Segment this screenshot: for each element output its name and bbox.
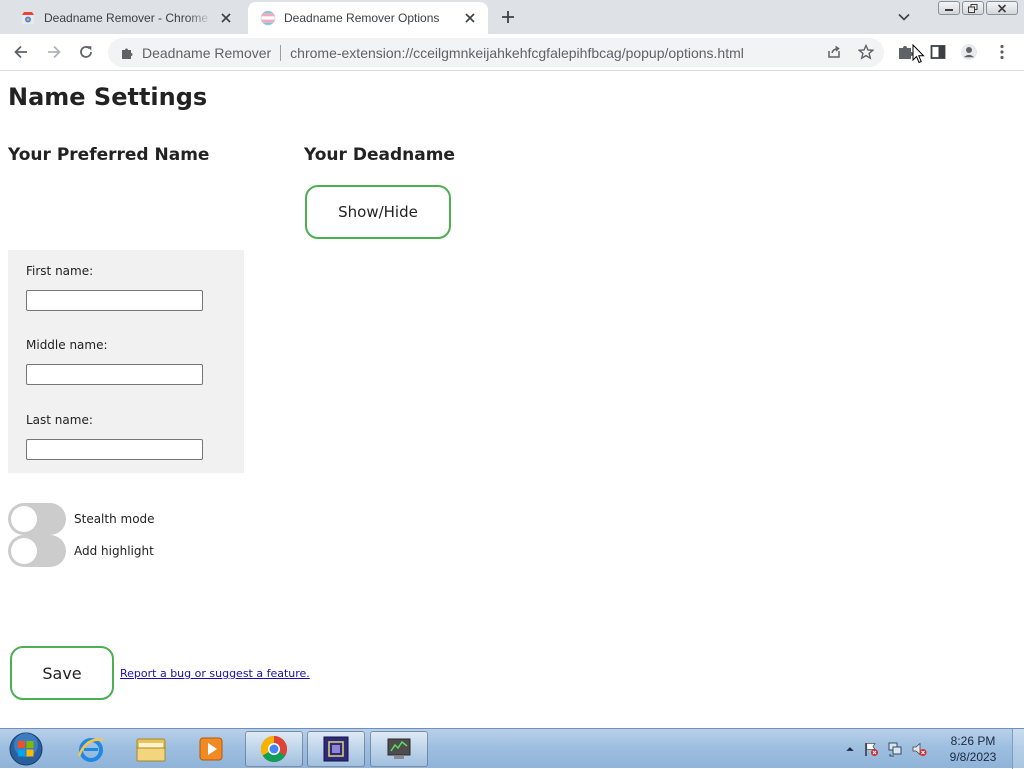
tab-chrome-web-store[interactable]: Deadname Remover - Chrome Web Store [8, 2, 244, 34]
taskbar-network-tool[interactable] [370, 731, 428, 767]
close-window-button[interactable] [986, 1, 1018, 15]
last-name-label: Last name: [26, 413, 93, 427]
profile-avatar-icon[interactable] [960, 43, 978, 61]
system-clock[interactable]: 8:26 PM 9/8/2023 [944, 733, 1002, 765]
last-name-field[interactable] [26, 439, 203, 460]
address-bar[interactable]: Deadname Remover chrome-extension://ccei… [108, 38, 884, 67]
google-chrome-icon [260, 735, 288, 763]
taskbar-windows-explorer[interactable] [122, 731, 180, 767]
tab-deadname-remover-options[interactable]: Deadname Remover Options [248, 2, 488, 34]
restore-button[interactable] [962, 1, 984, 15]
middle-name-label: Middle name: [26, 338, 108, 352]
tab-strip: Deadname Remover - Chrome Web Store Dead… [0, 0, 1024, 34]
taskbar-media-player[interactable] [182, 731, 240, 767]
report-bug-link[interactable]: Report a bug or suggest a feature. [120, 667, 310, 680]
deadname-heading: Your Deadname [304, 145, 455, 165]
close-tab-icon[interactable] [218, 10, 234, 26]
tab-title: Deadname Remover Options [284, 11, 440, 25]
side-panel-icon[interactable] [929, 43, 947, 61]
trans-flag-icon [260, 10, 276, 26]
extension-puzzle-icon [122, 48, 133, 59]
menu-kebab-icon[interactable] [993, 43, 1011, 61]
minimize-button[interactable] [938, 1, 960, 15]
reload-icon[interactable] [77, 43, 95, 61]
show-hidden-icons-icon[interactable] [845, 741, 855, 757]
windows-start-icon[interactable] [7, 731, 45, 767]
show-hide-button[interactable]: Show/Hide [305, 185, 451, 239]
tab-search-chevron-icon[interactable] [897, 10, 911, 24]
volume-muted-icon[interactable] [911, 741, 927, 757]
windows-taskbar: 8:26 PM 9/8/2023 [0, 728, 1024, 769]
clock-time: 8:26 PM [950, 734, 996, 748]
toggle-knob [11, 538, 37, 564]
show-desktop-button[interactable] [1012, 729, 1024, 769]
network-monitor-icon [387, 738, 411, 759]
bookmark-star-icon[interactable] [858, 44, 874, 60]
folder-icon [136, 738, 166, 762]
close-icon [997, 3, 1007, 13]
taskbar-app-window[interactable] [307, 731, 365, 767]
first-name-field[interactable] [26, 290, 203, 311]
app-window-icon [323, 736, 349, 762]
restore-icon [968, 3, 978, 13]
stealth-mode-toggle[interactable] [8, 503, 66, 535]
share-icon[interactable] [826, 44, 842, 60]
chrome-web-store-icon [22, 12, 34, 24]
preferred-name-heading: Your Preferred Name [8, 145, 210, 165]
system-tray [845, 729, 927, 769]
back-arrow-icon[interactable] [12, 43, 30, 61]
network-icon[interactable] [887, 741, 903, 757]
add-highlight-toggle[interactable] [8, 535, 66, 567]
action-center-flag-icon[interactable] [863, 741, 879, 757]
omnibox-actions [826, 44, 874, 60]
tab-title: Deadname Remover - Chrome Web Store [44, 11, 212, 25]
clock-date: 9/8/2023 [949, 750, 997, 764]
url-text[interactable]: chrome-extension://cceilgmnkeijahkehfcgf… [290, 45, 744, 61]
stealth-mode-label: Stealth mode [74, 512, 155, 526]
save-button[interactable]: Save [10, 646, 114, 700]
browser-toolbar: Deadname Remover chrome-extension://ccei… [0, 34, 1024, 71]
taskbar-internet-explorer[interactable] [62, 731, 120, 767]
minimize-icon [945, 9, 953, 11]
forward-arrow-icon[interactable] [45, 43, 63, 61]
new-tab-plus-icon[interactable] [500, 9, 516, 25]
site-name: Deadname Remover [142, 44, 272, 61]
preferred-name-form: First name: Middle name: Last name: [8, 250, 244, 473]
omnibox-divider [280, 44, 282, 61]
internet-explorer-icon [77, 738, 104, 762]
media-player-icon [199, 737, 223, 761]
page-title: Name Settings [8, 83, 208, 111]
taskbar-google-chrome[interactable] [245, 731, 303, 767]
window-controls [938, 1, 1018, 15]
toggle-knob [11, 506, 37, 532]
middle-name-field[interactable] [26, 364, 203, 385]
add-highlight-label: Add highlight [74, 544, 154, 558]
close-tab-icon[interactable] [462, 10, 478, 26]
first-name-label: First name: [26, 264, 94, 278]
mouse-cursor-icon [912, 44, 925, 64]
